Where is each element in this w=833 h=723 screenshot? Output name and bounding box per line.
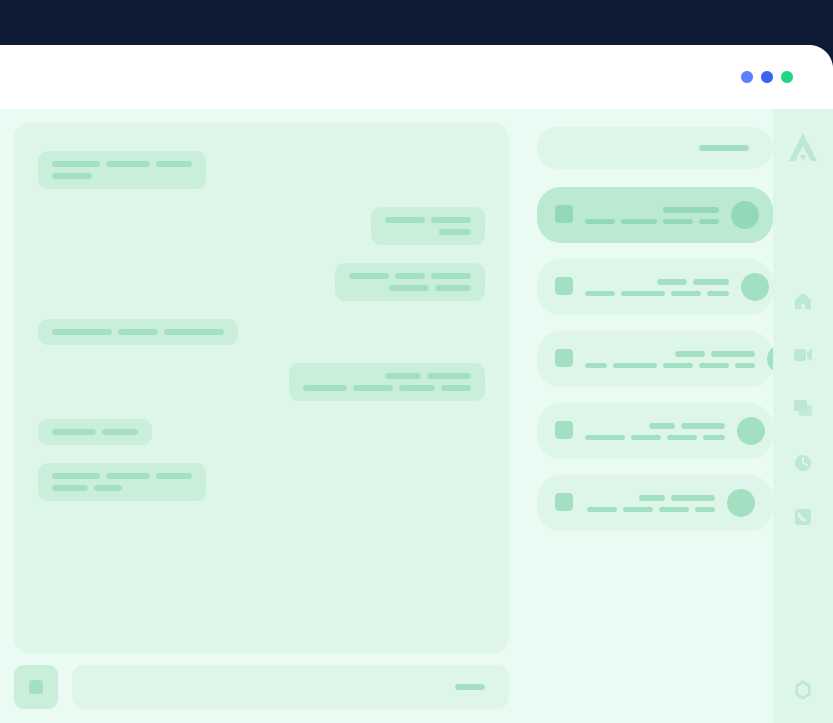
contact-status-icon — [555, 205, 573, 223]
contact-card[interactable] — [537, 259, 773, 315]
message-input[interactable] — [72, 665, 509, 709]
chat-message — [38, 319, 238, 345]
chat-message — [289, 363, 485, 401]
send-button[interactable] — [455, 684, 485, 690]
contact-card[interactable] — [537, 475, 773, 531]
app-logo-icon[interactable] — [789, 133, 817, 172]
sidebar — [773, 109, 833, 723]
contact-status-icon — [555, 421, 573, 439]
app-body — [0, 109, 833, 723]
clock-icon[interactable] — [794, 454, 812, 472]
contact-status-icon — [555, 493, 573, 511]
contact-status-icon — [555, 349, 573, 367]
contacts-list — [537, 187, 773, 531]
main-area — [0, 109, 773, 723]
attach-button[interactable] — [14, 665, 58, 709]
contact-text — [585, 351, 755, 368]
contact-avatar — [737, 417, 765, 445]
home-icon[interactable] — [794, 292, 812, 310]
contact-card[interactable] — [537, 331, 773, 387]
contact-avatar — [727, 489, 755, 517]
settings-icon[interactable] — [794, 681, 812, 699]
phone-icon[interactable] — [794, 508, 812, 526]
contact-avatar — [731, 201, 759, 229]
video-icon[interactable] — [794, 346, 812, 364]
app-window — [0, 45, 833, 723]
contact-text — [585, 495, 715, 512]
window-control-maximize[interactable] — [761, 71, 773, 83]
contact-text — [585, 423, 725, 440]
chat-message — [335, 263, 485, 301]
window-control-minimize[interactable] — [741, 71, 753, 83]
contact-text — [585, 207, 719, 224]
contact-avatar — [741, 273, 769, 301]
contacts-column — [537, 123, 773, 709]
search-placeholder — [699, 145, 749, 151]
titlebar — [0, 45, 833, 109]
sidebar-nav — [794, 292, 812, 526]
contact-card[interactable] — [537, 403, 773, 459]
contact-card[interactable] — [537, 187, 773, 243]
chat-message — [371, 207, 485, 245]
window-control-close[interactable] — [781, 71, 793, 83]
chat-column — [14, 123, 509, 709]
attach-icon — [29, 680, 43, 694]
chat-icon[interactable] — [794, 400, 812, 418]
search-input[interactable] — [537, 127, 773, 169]
chat-message — [38, 419, 152, 445]
contact-text — [585, 279, 729, 296]
contact-status-icon — [555, 277, 573, 295]
chat-message — [38, 463, 206, 501]
chat-panel — [14, 123, 509, 653]
message-input-row — [14, 665, 509, 709]
chat-message — [38, 151, 206, 189]
